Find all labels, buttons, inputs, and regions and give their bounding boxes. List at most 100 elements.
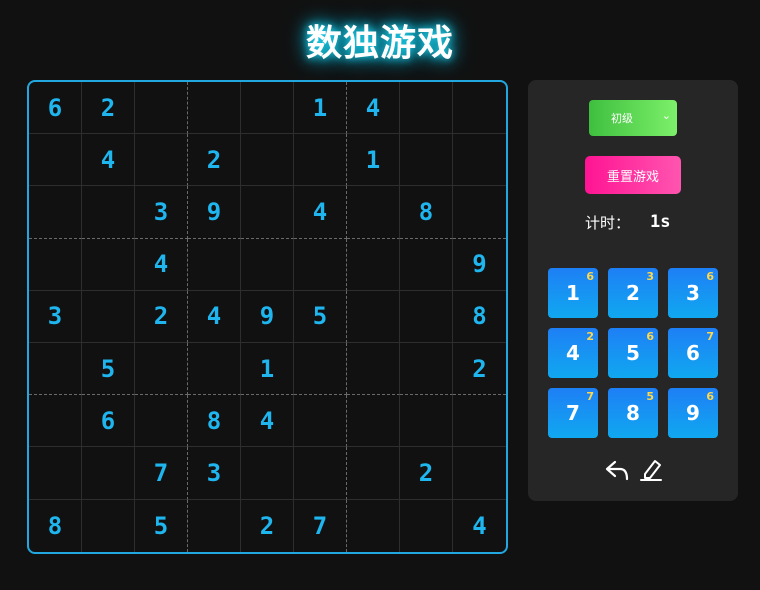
- board-cell[interactable]: 1: [347, 134, 400, 187]
- board-cell[interactable]: 4: [188, 290, 241, 343]
- board-cell[interactable]: [347, 447, 400, 500]
- board-cell[interactable]: 4: [82, 134, 135, 187]
- board-cell[interactable]: 2: [241, 499, 294, 552]
- number-button-9[interactable]: 96: [668, 388, 718, 438]
- board-cell[interactable]: [453, 134, 506, 187]
- number-button-6[interactable]: 67: [668, 328, 718, 378]
- board-cell[interactable]: 2: [453, 343, 506, 396]
- board-cell[interactable]: 8: [453, 291, 506, 343]
- board-cell[interactable]: [241, 134, 294, 187]
- board-cell[interactable]: 7: [294, 499, 347, 552]
- number-button-4[interactable]: 42: [548, 328, 598, 378]
- board-cell[interactable]: 5: [82, 342, 135, 396]
- timer-label: 计时：: [585, 213, 631, 232]
- board-cell[interactable]: [82, 290, 135, 343]
- board-cell[interactable]: [294, 238, 347, 291]
- chevron-down-icon: ⌄: [661, 109, 671, 122]
- reset-game-button[interactable]: 重置游戏: [585, 156, 681, 194]
- board-cell[interactable]: 5: [135, 499, 188, 552]
- board-cell[interactable]: 3: [135, 186, 188, 239]
- board-cell[interactable]: [29, 342, 82, 396]
- board-cell[interactable]: [188, 499, 241, 552]
- board-cell[interactable]: [29, 134, 82, 187]
- board-cell[interactable]: [135, 395, 188, 448]
- board-cell[interactable]: 8: [400, 186, 453, 239]
- board-cell[interactable]: [400, 134, 453, 187]
- board-cell[interactable]: [241, 82, 294, 135]
- board-cell[interactable]: [453, 395, 506, 448]
- board-cell[interactable]: [241, 186, 294, 239]
- number-button-7[interactable]: 77: [548, 388, 598, 438]
- level-select[interactable]: 初级 ⌄: [589, 100, 677, 136]
- board-cell[interactable]: 8: [29, 499, 82, 552]
- board-cell[interactable]: 4: [135, 238, 188, 291]
- board-cell[interactable]: [294, 342, 347, 396]
- eraser-icon[interactable]: [638, 457, 664, 483]
- board-cell[interactable]: [82, 238, 135, 291]
- board-cell[interactable]: [347, 290, 400, 343]
- number-button-8[interactable]: 85: [608, 388, 658, 438]
- board-cell[interactable]: [135, 134, 188, 187]
- number-digit: 6: [686, 341, 700, 365]
- board-cell[interactable]: [347, 186, 400, 239]
- board-cell[interactable]: [294, 395, 347, 448]
- board-cell[interactable]: [82, 186, 135, 239]
- board-cell[interactable]: [82, 499, 135, 552]
- board-cell[interactable]: 9: [453, 239, 506, 291]
- board-cell[interactable]: 4: [453, 500, 506, 552]
- board-cell[interactable]: 2: [400, 447, 453, 500]
- board-cell[interactable]: 2: [188, 134, 241, 187]
- number-button-2[interactable]: 23: [608, 268, 658, 318]
- board-cell[interactable]: [400, 395, 453, 448]
- board-cell[interactable]: 3: [188, 447, 241, 500]
- board-cell[interactable]: 2: [82, 82, 135, 135]
- board-cell[interactable]: 5: [294, 290, 347, 343]
- board-cell[interactable]: [29, 186, 82, 239]
- board-cell[interactable]: [347, 395, 400, 448]
- board-cell[interactable]: 6: [82, 395, 135, 448]
- board-cell[interactable]: [294, 447, 347, 500]
- board-cell[interactable]: [29, 238, 82, 291]
- board-cell[interactable]: [347, 342, 400, 396]
- board-cell[interactable]: 3: [29, 290, 82, 343]
- board-cell[interactable]: [453, 82, 506, 135]
- board-cell[interactable]: 6: [29, 82, 82, 135]
- board-cell[interactable]: [453, 447, 506, 500]
- board-cell[interactable]: [135, 82, 188, 135]
- board-cell[interactable]: 8: [188, 395, 241, 448]
- board-cell[interactable]: [400, 238, 453, 291]
- board-cell[interactable]: [241, 447, 294, 500]
- board-cell[interactable]: [82, 447, 135, 500]
- undo-icon[interactable]: [604, 457, 630, 483]
- board-cell[interactable]: [453, 186, 506, 239]
- board-cell[interactable]: [29, 447, 82, 500]
- board-cell[interactable]: [400, 82, 453, 135]
- board-cell[interactable]: 1: [294, 82, 347, 135]
- board-cell[interactable]: [29, 395, 82, 448]
- board-cell[interactable]: [347, 499, 400, 552]
- board-cell[interactable]: 1: [241, 342, 294, 396]
- board-cell[interactable]: 7: [135, 447, 188, 500]
- board-cell[interactable]: 4: [294, 186, 347, 239]
- board-cell[interactable]: 9: [241, 290, 294, 343]
- board-cell[interactable]: 9: [188, 186, 241, 239]
- board-cell[interactable]: [400, 499, 453, 552]
- board-cell[interactable]: [188, 342, 241, 396]
- board-cell[interactable]: [241, 238, 294, 291]
- board-cell[interactable]: [294, 134, 347, 187]
- number-button-1[interactable]: 16: [548, 268, 598, 318]
- board-cell[interactable]: 4: [241, 395, 294, 448]
- number-digit: 1: [566, 281, 580, 305]
- remaining-count-badge: 3: [646, 270, 654, 283]
- remaining-count-badge: 6: [706, 270, 714, 283]
- board-cell[interactable]: [347, 238, 400, 291]
- board-cell[interactable]: 2: [135, 290, 188, 343]
- board-cell[interactable]: [135, 342, 188, 396]
- board-cell[interactable]: [188, 82, 241, 135]
- board-cell[interactable]: [400, 342, 453, 396]
- board-cell[interactable]: 4: [347, 82, 400, 135]
- number-button-5[interactable]: 56: [608, 328, 658, 378]
- board-cell[interactable]: [188, 238, 241, 291]
- number-button-3[interactable]: 36: [668, 268, 718, 318]
- board-cell[interactable]: [400, 290, 453, 343]
